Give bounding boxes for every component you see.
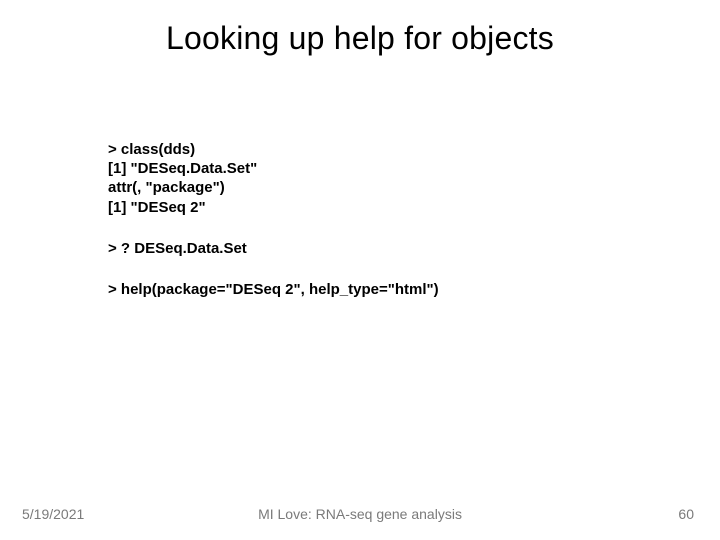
footer-center: MI Love: RNA-seq gene analysis [0,506,720,522]
code-block-1: > class(dds) [1] "DESeq.Data.Set" attr(,… [108,140,628,217]
slide-body: > class(dds) [1] "DESeq.Data.Set" attr(,… [108,140,628,321]
code-block-2: > ? DESeq.Data.Set [108,239,628,258]
footer-page-number: 60 [678,506,694,522]
slide-title: Looking up help for objects [0,20,720,57]
code-block-3: > help(package="DESeq 2", help_type="htm… [108,280,628,299]
slide: Looking up help for objects > class(dds)… [0,0,720,540]
